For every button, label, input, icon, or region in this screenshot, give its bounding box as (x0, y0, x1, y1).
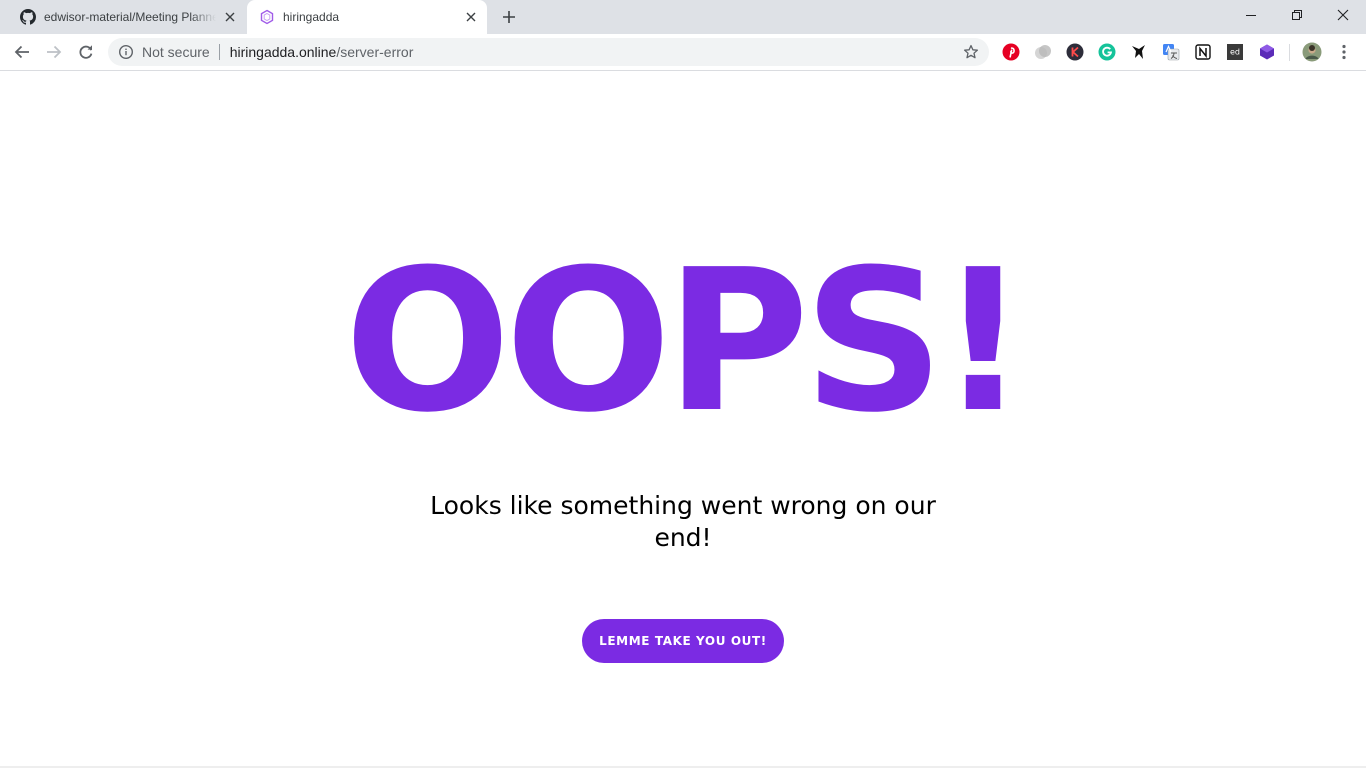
menu-button[interactable] (1335, 43, 1353, 61)
restore-icon (1292, 10, 1302, 20)
tab-github[interactable]: edwisor-material/Meeting Planner (8, 0, 246, 34)
close-window-button[interactable] (1320, 0, 1366, 30)
bookmark-star-icon[interactable] (963, 44, 979, 60)
error-message: Looks like something went wrong on our e… (430, 491, 936, 552)
page-content: OOPS! Looks like something went wrong on… (0, 72, 1366, 768)
arrow-left-icon (14, 45, 29, 59)
google-translate-icon[interactable] (1162, 43, 1180, 61)
url-host: hiringadda.online (229, 44, 337, 60)
bird-extension-icon[interactable] (1130, 43, 1148, 61)
minimize-icon (1246, 15, 1256, 16)
address-separator (218, 44, 220, 60)
close-tab-icon[interactable] (222, 9, 238, 25)
tab-title: hiringadda (283, 10, 340, 24)
tab-hiringadda[interactable]: hiringadda (247, 0, 487, 34)
toolbar-divider (1289, 44, 1290, 61)
github-icon (20, 9, 36, 25)
extension-icon[interactable] (1034, 43, 1052, 61)
purple-cube-extension-icon[interactable] (1258, 43, 1276, 61)
browser-toolbar: Not secure hiringadda.online/server-erro… (0, 34, 1366, 71)
minimize-button[interactable] (1228, 0, 1274, 30)
pinterest-icon[interactable] (1002, 43, 1020, 61)
address-bar[interactable]: Not secure hiringadda.online/server-erro… (108, 38, 989, 66)
grammarly-icon[interactable] (1098, 43, 1116, 61)
info-icon[interactable] (118, 44, 134, 60)
more-vertical-icon (1342, 44, 1346, 60)
close-icon (1337, 9, 1349, 21)
error-headline: OOPS! (344, 228, 1027, 456)
restore-button[interactable] (1274, 0, 1320, 30)
svg-text:ed: ed (1230, 48, 1240, 57)
url-path: /server-error (336, 44, 414, 60)
arrow-right-icon (47, 45, 62, 59)
tab-title: edwisor-material/Meeting Planner (44, 10, 216, 24)
reload-button[interactable] (72, 38, 100, 66)
profile-avatar[interactable] (1302, 42, 1322, 62)
security-label: Not secure (142, 44, 210, 60)
new-tab-button[interactable] (498, 6, 520, 28)
notion-icon[interactable] (1194, 43, 1212, 61)
tab-strip: edwisor-material/Meeting Planner hiringa… (0, 0, 1366, 34)
reload-icon (79, 45, 93, 59)
take-me-out-button[interactable]: LEMME TAKE YOU OUT! (582, 619, 784, 663)
hiringadda-logo-icon (259, 9, 275, 25)
back-button[interactable] (8, 38, 36, 66)
k-extension-icon[interactable] (1066, 43, 1084, 61)
plus-icon (503, 11, 515, 23)
close-tab-icon[interactable] (463, 9, 479, 25)
forward-button[interactable] (40, 38, 68, 66)
ed-extension-icon[interactable]: ed (1226, 43, 1244, 61)
